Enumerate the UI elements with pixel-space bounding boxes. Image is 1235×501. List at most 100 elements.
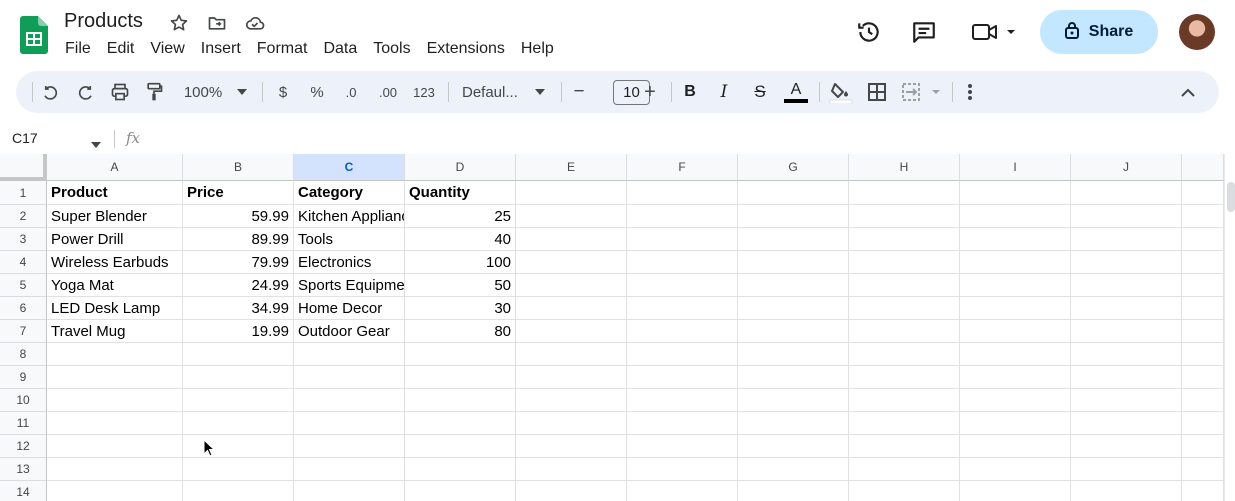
table-cell[interactable]: Wireless Earbuds — [47, 251, 183, 274]
empty-cell[interactable] — [849, 297, 960, 320]
empty-cell[interactable] — [1071, 435, 1182, 458]
empty-cell[interactable] — [1071, 343, 1182, 366]
empty-cell[interactable] — [960, 320, 1071, 343]
row-header-8[interactable]: 8 — [0, 343, 47, 366]
empty-cell[interactable] — [516, 228, 627, 251]
empty-cell[interactable] — [738, 228, 849, 251]
row-header-5[interactable]: 5 — [0, 274, 47, 297]
empty-cell[interactable] — [849, 343, 960, 366]
empty-cell[interactable] — [738, 297, 849, 320]
empty-cell[interactable] — [1071, 297, 1182, 320]
empty-cell[interactable] — [960, 343, 1071, 366]
empty-cell[interactable] — [516, 181, 627, 205]
empty-cell[interactable] — [1182, 274, 1224, 297]
empty-cell[interactable] — [47, 481, 183, 501]
row-header-3[interactable]: 3 — [0, 228, 47, 251]
empty-cell[interactable] — [738, 481, 849, 501]
empty-cell[interactable] — [849, 205, 960, 228]
table-cell[interactable]: Power Drill — [47, 228, 183, 251]
row-header-12[interactable]: 12 — [0, 435, 47, 458]
table-header-cell[interactable]: Quantity — [405, 181, 516, 205]
empty-cell[interactable] — [47, 412, 183, 435]
row-header-9[interactable]: 9 — [0, 366, 47, 389]
column-header-a[interactable]: A — [47, 154, 183, 181]
name-box[interactable]: C17 — [12, 130, 38, 146]
empty-cell[interactable] — [516, 458, 627, 481]
empty-cell[interactable] — [183, 366, 294, 389]
empty-cell[interactable] — [738, 343, 849, 366]
decrease-decimal-button[interactable]: .0 — [338, 79, 364, 105]
empty-cell[interactable] — [738, 412, 849, 435]
zoom-chevron-down-icon[interactable] — [234, 79, 250, 105]
zoom-select[interactable]: 100% — [178, 79, 228, 105]
empty-cell[interactable] — [1182, 343, 1224, 366]
empty-cell[interactable] — [1182, 205, 1224, 228]
table-header-cell[interactable]: Product — [47, 181, 183, 205]
empty-cell[interactable] — [405, 366, 516, 389]
empty-cell[interactable] — [1071, 274, 1182, 297]
table-cell[interactable]: Electronics — [294, 251, 405, 274]
empty-cell[interactable] — [627, 320, 738, 343]
table-cell[interactable]: Kitchen Appliances — [294, 205, 405, 228]
empty-cell[interactable] — [1071, 481, 1182, 501]
table-cell[interactable]: Home Decor — [294, 297, 405, 320]
column-header-b[interactable]: B — [183, 154, 294, 181]
row-header-11[interactable]: 11 — [0, 412, 47, 435]
empty-cell[interactable] — [405, 458, 516, 481]
more-formats-button[interactable]: 123 — [410, 79, 438, 105]
row-header-10[interactable]: 10 — [0, 389, 47, 412]
empty-cell[interactable] — [405, 412, 516, 435]
empty-cell[interactable] — [849, 320, 960, 343]
table-cell[interactable]: 34.99 — [183, 297, 294, 320]
strikethrough-button[interactable]: S — [749, 79, 771, 105]
empty-cell[interactable] — [1182, 412, 1224, 435]
empty-cell[interactable] — [1071, 389, 1182, 412]
empty-cell[interactable] — [1071, 181, 1182, 205]
increase-decimal-button[interactable]: .00 — [373, 79, 403, 105]
empty-cell[interactable] — [1071, 412, 1182, 435]
decrease-font-size-button[interactable]: − — [569, 79, 589, 105]
empty-cell[interactable] — [960, 389, 1071, 412]
empty-cell[interactable] — [47, 435, 183, 458]
empty-cell[interactable] — [183, 458, 294, 481]
empty-cell[interactable] — [627, 343, 738, 366]
name-box-chevron-down-icon[interactable] — [91, 135, 101, 153]
table-cell[interactable]: 79.99 — [183, 251, 294, 274]
vertical-scrollbar[interactable] — [1224, 154, 1235, 501]
empty-cell[interactable] — [738, 274, 849, 297]
text-color-button[interactable]: A — [783, 79, 809, 105]
empty-cell[interactable] — [849, 181, 960, 205]
empty-cell[interactable] — [627, 366, 738, 389]
empty-cell[interactable] — [183, 435, 294, 458]
empty-cell[interactable] — [1182, 228, 1224, 251]
empty-cell[interactable] — [627, 274, 738, 297]
empty-cell[interactable] — [1182, 366, 1224, 389]
empty-cell[interactable] — [1182, 320, 1224, 343]
empty-cell[interactable] — [47, 343, 183, 366]
empty-cell[interactable] — [960, 228, 1071, 251]
increase-font-size-button[interactable]: + — [640, 79, 660, 105]
empty-cell[interactable] — [627, 458, 738, 481]
format-percent-button[interactable]: % — [306, 79, 328, 105]
empty-cell[interactable] — [849, 251, 960, 274]
empty-cell[interactable] — [294, 435, 405, 458]
table-cell[interactable]: 19.99 — [183, 320, 294, 343]
table-cell[interactable]: 89.99 — [183, 228, 294, 251]
empty-cell[interactable] — [627, 412, 738, 435]
empty-cell[interactable] — [627, 389, 738, 412]
empty-cell[interactable] — [516, 343, 627, 366]
empty-cell[interactable] — [1182, 481, 1224, 501]
empty-cell[interactable] — [516, 251, 627, 274]
empty-cell[interactable] — [516, 320, 627, 343]
table-header-cell[interactable]: Category — [294, 181, 405, 205]
empty-cell[interactable] — [405, 343, 516, 366]
empty-cell[interactable] — [516, 435, 627, 458]
empty-cell[interactable] — [960, 412, 1071, 435]
empty-cell[interactable] — [47, 458, 183, 481]
empty-cell[interactable] — [960, 366, 1071, 389]
empty-cell[interactable] — [738, 320, 849, 343]
empty-cell[interactable] — [960, 251, 1071, 274]
fill-color-icon[interactable] — [828, 79, 854, 105]
row-header-7[interactable]: 7 — [0, 320, 47, 343]
font-family-select[interactable]: Defaul... — [462, 79, 526, 105]
